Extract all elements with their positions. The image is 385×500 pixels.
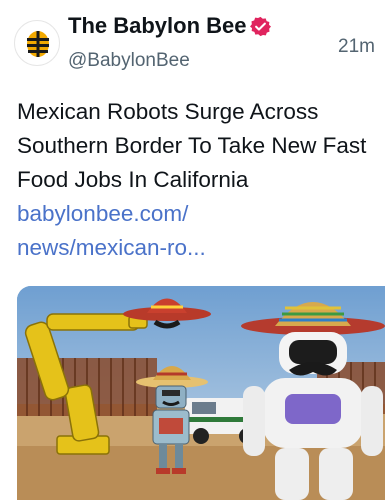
post-body: Mexican Robots Surge Across Southern Bor… — [17, 99, 367, 192]
author-row: The Babylon Bee — [68, 13, 272, 39]
post-header: The Babylon Bee @BabylonBee 21m — [0, 0, 385, 86]
author-name[interactable]: The Babylon Bee — [68, 13, 246, 39]
author-handle[interactable]: @BabylonBee — [68, 50, 190, 72]
bee-logo-icon[interactable] — [14, 20, 60, 66]
post-image[interactable] — [17, 286, 385, 500]
post-link[interactable]: babylonbee.com/ news/mexican-ro... — [17, 201, 206, 260]
post-timestamp[interactable]: 21m — [338, 36, 375, 58]
verified-badge-icon — [250, 16, 272, 36]
post-text: Mexican Robots Surge Across Southern Bor… — [17, 95, 377, 265]
